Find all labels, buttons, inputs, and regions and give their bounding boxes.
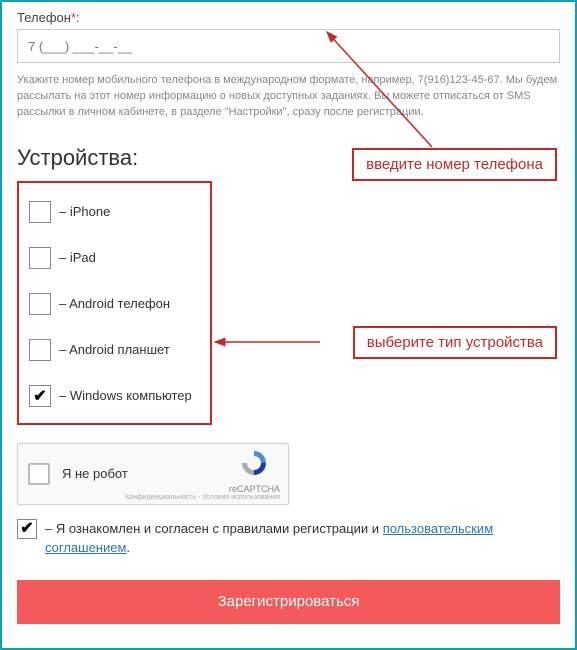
device-checkbox-windows[interactable] (29, 385, 51, 407)
device-label: – Android телефон (59, 296, 170, 311)
device-row-ipad: – iPad (29, 247, 200, 269)
device-label: – iPhone (59, 204, 110, 219)
agreement-checkbox[interactable] (17, 519, 37, 539)
recaptcha-checkbox[interactable] (28, 463, 50, 485)
agreement-row: – Я ознакомлен и согласен с правилами ре… (17, 519, 560, 558)
device-checkbox-android-phone[interactable] (29, 293, 51, 315)
callout-phone: введите номер телефона (352, 148, 557, 181)
phone-hint: Укажите номер мобильного телефона в межд… (17, 73, 560, 121)
device-checkbox-iphone[interactable] (29, 201, 51, 223)
device-row-android-tablet: – Android планшет (29, 339, 200, 361)
recaptcha-brand: reCAPTCHA (229, 484, 280, 494)
recaptcha-widget: Я не робот reCAPTCHA Конфиденциальность … (17, 443, 289, 505)
devices-group: – iPhone – iPad – Android телефон – Andr… (17, 181, 212, 425)
device-checkbox-android-tablet[interactable] (29, 339, 51, 361)
device-label: – Windows компьютер (59, 388, 192, 403)
device-checkbox-ipad[interactable] (29, 247, 51, 269)
device-row-windows: – Windows компьютер (29, 385, 200, 407)
recaptcha-icon (239, 448, 269, 478)
arrow-to-devices-icon (210, 332, 330, 352)
recaptcha-terms: Конфиденциальность - Условия использован… (125, 494, 280, 501)
callout-device: выберите тип устройства (353, 326, 557, 359)
device-label: – Android планшет (59, 342, 170, 357)
phone-label: Телефон*: (17, 10, 560, 25)
device-row-iphone: – iPhone (29, 201, 200, 223)
recaptcha-label: Я не робот (62, 466, 128, 481)
arrow-to-phone-icon (312, 12, 452, 152)
device-label: – iPad (59, 250, 96, 265)
agreement-text: – Я ознакомлен и согласен с правилами ре… (45, 519, 560, 558)
phone-input[interactable] (17, 29, 560, 63)
register-button[interactable]: Зарегистрироваться (17, 580, 560, 624)
device-row-android-phone: – Android телефон (29, 293, 200, 315)
